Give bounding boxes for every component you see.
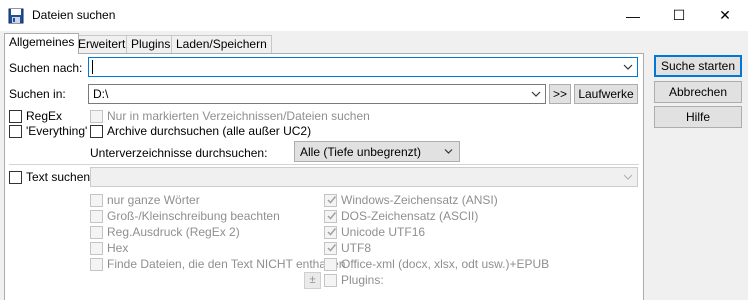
utf8-checkbox[interactable] — [324, 242, 337, 255]
chevron-down-icon[interactable] — [531, 88, 541, 100]
checkmark-icon — [327, 196, 337, 204]
ansi-label: Windows-Zeichensatz (ANSI) — [341, 193, 498, 207]
utf16-label: Unicode UTF16 — [341, 225, 426, 239]
chevron-down-icon[interactable] — [623, 61, 633, 73]
window-title: Dateien suchen — [32, 8, 116, 22]
find-files-app-icon — [8, 8, 24, 24]
regex2-checkbox[interactable] — [90, 226, 103, 239]
minimize-icon: — — [626, 7, 640, 24]
close-button[interactable]: ✕ — [702, 0, 748, 31]
archives-label: Archive durchsuchen (alle außer UC2) — [107, 124, 312, 138]
archives-checkbox[interactable] — [90, 125, 103, 138]
not-containing-label: Finde Dateien, die den Text NICHT enthal… — [107, 257, 346, 271]
title-bar: Dateien suchen — ☐ ✕ — [0, 0, 748, 31]
minimize-button[interactable]: — — [610, 0, 656, 31]
search-in-value: D:\ — [93, 87, 109, 101]
checkmark-icon — [327, 228, 337, 236]
start-search-button[interactable]: Suche starten — [654, 55, 742, 77]
close-icon: ✕ — [719, 7, 731, 23]
office-xml-label: Office-xml (docx, xlsx, odt usw.)+EPUB — [341, 257, 550, 271]
checkmark-icon — [327, 244, 337, 252]
utf8-label: UTF8 — [341, 241, 371, 255]
maximize-icon: ☐ — [672, 7, 686, 23]
tab-general[interactable]: Allgemeines — [4, 33, 80, 54]
cancel-button[interactable]: Abbrechen — [654, 81, 742, 103]
chevron-down-icon — [623, 174, 633, 180]
whole-words-label: nur ganze Wörter — [107, 193, 200, 207]
everything-checkbox[interactable] — [9, 125, 22, 138]
plugins-plusminus-button[interactable]: ± — [304, 272, 321, 289]
case-sensitive-checkbox[interactable] — [90, 210, 103, 223]
utf16-checkbox[interactable] — [324, 226, 337, 239]
maximize-button[interactable]: ☐ — [656, 0, 702, 31]
regex-checkbox[interactable] — [9, 110, 22, 123]
help-button[interactable]: Hilfe — [654, 106, 742, 128]
search-for-label: Suchen nach: — [9, 61, 83, 75]
only-marked-label: Nur in markierten Verzeichnissen/Dateien… — [107, 109, 370, 123]
tab-load-save[interactable]: Laden/Speichern — [171, 35, 272, 53]
search-in-label: Suchen in: — [9, 87, 66, 101]
hex-label: Hex — [107, 241, 129, 255]
subdirs-label: Unterverzeichnisse durchsuchen: — [90, 146, 268, 160]
search-in-input[interactable]: D:\ — [88, 84, 546, 104]
text-search-input[interactable] — [90, 167, 638, 187]
text-caret — [92, 60, 93, 74]
office-xml-checkbox[interactable] — [324, 258, 337, 271]
not-containing-checkbox[interactable] — [90, 258, 103, 271]
text-search-label: Text suchen: — [26, 170, 94, 184]
separator — [9, 164, 639, 165]
regex2-label: Reg.Ausdruck (RegEx 2) — [107, 225, 240, 239]
ascii-label: DOS-Zeichensatz (ASCII) — [341, 209, 479, 223]
everything-label: 'Everything' — [26, 124, 88, 138]
only-marked-checkbox[interactable] — [90, 110, 103, 123]
hex-checkbox[interactable] — [90, 242, 103, 255]
browse-button[interactable]: >> — [549, 84, 571, 104]
ascii-checkbox[interactable] — [324, 210, 337, 223]
chevron-down-icon — [444, 149, 453, 154]
checkmark-icon — [327, 212, 337, 220]
plugins-checkbox[interactable] — [324, 274, 337, 287]
subdirs-select[interactable]: Alle (Tiefe unbegrenzt) — [294, 141, 460, 162]
ansi-checkbox[interactable] — [324, 194, 337, 207]
case-sensitive-label: Groß-/Kleinschreibung beachten — [107, 209, 280, 223]
whole-words-checkbox[interactable] — [90, 194, 103, 207]
search-for-input[interactable] — [88, 57, 638, 77]
tab-advanced[interactable]: Erweitert — [73, 35, 131, 53]
tab-plugins[interactable]: Plugins — [126, 35, 176, 53]
drives-button[interactable]: Laufwerke — [574, 84, 638, 104]
regex-label: RegEx — [26, 109, 63, 123]
plugins-label: Plugins: — [341, 273, 384, 287]
subdirs-value: Alle (Tiefe unbegrenzt) — [300, 145, 421, 159]
text-search-checkbox[interactable] — [9, 171, 22, 184]
